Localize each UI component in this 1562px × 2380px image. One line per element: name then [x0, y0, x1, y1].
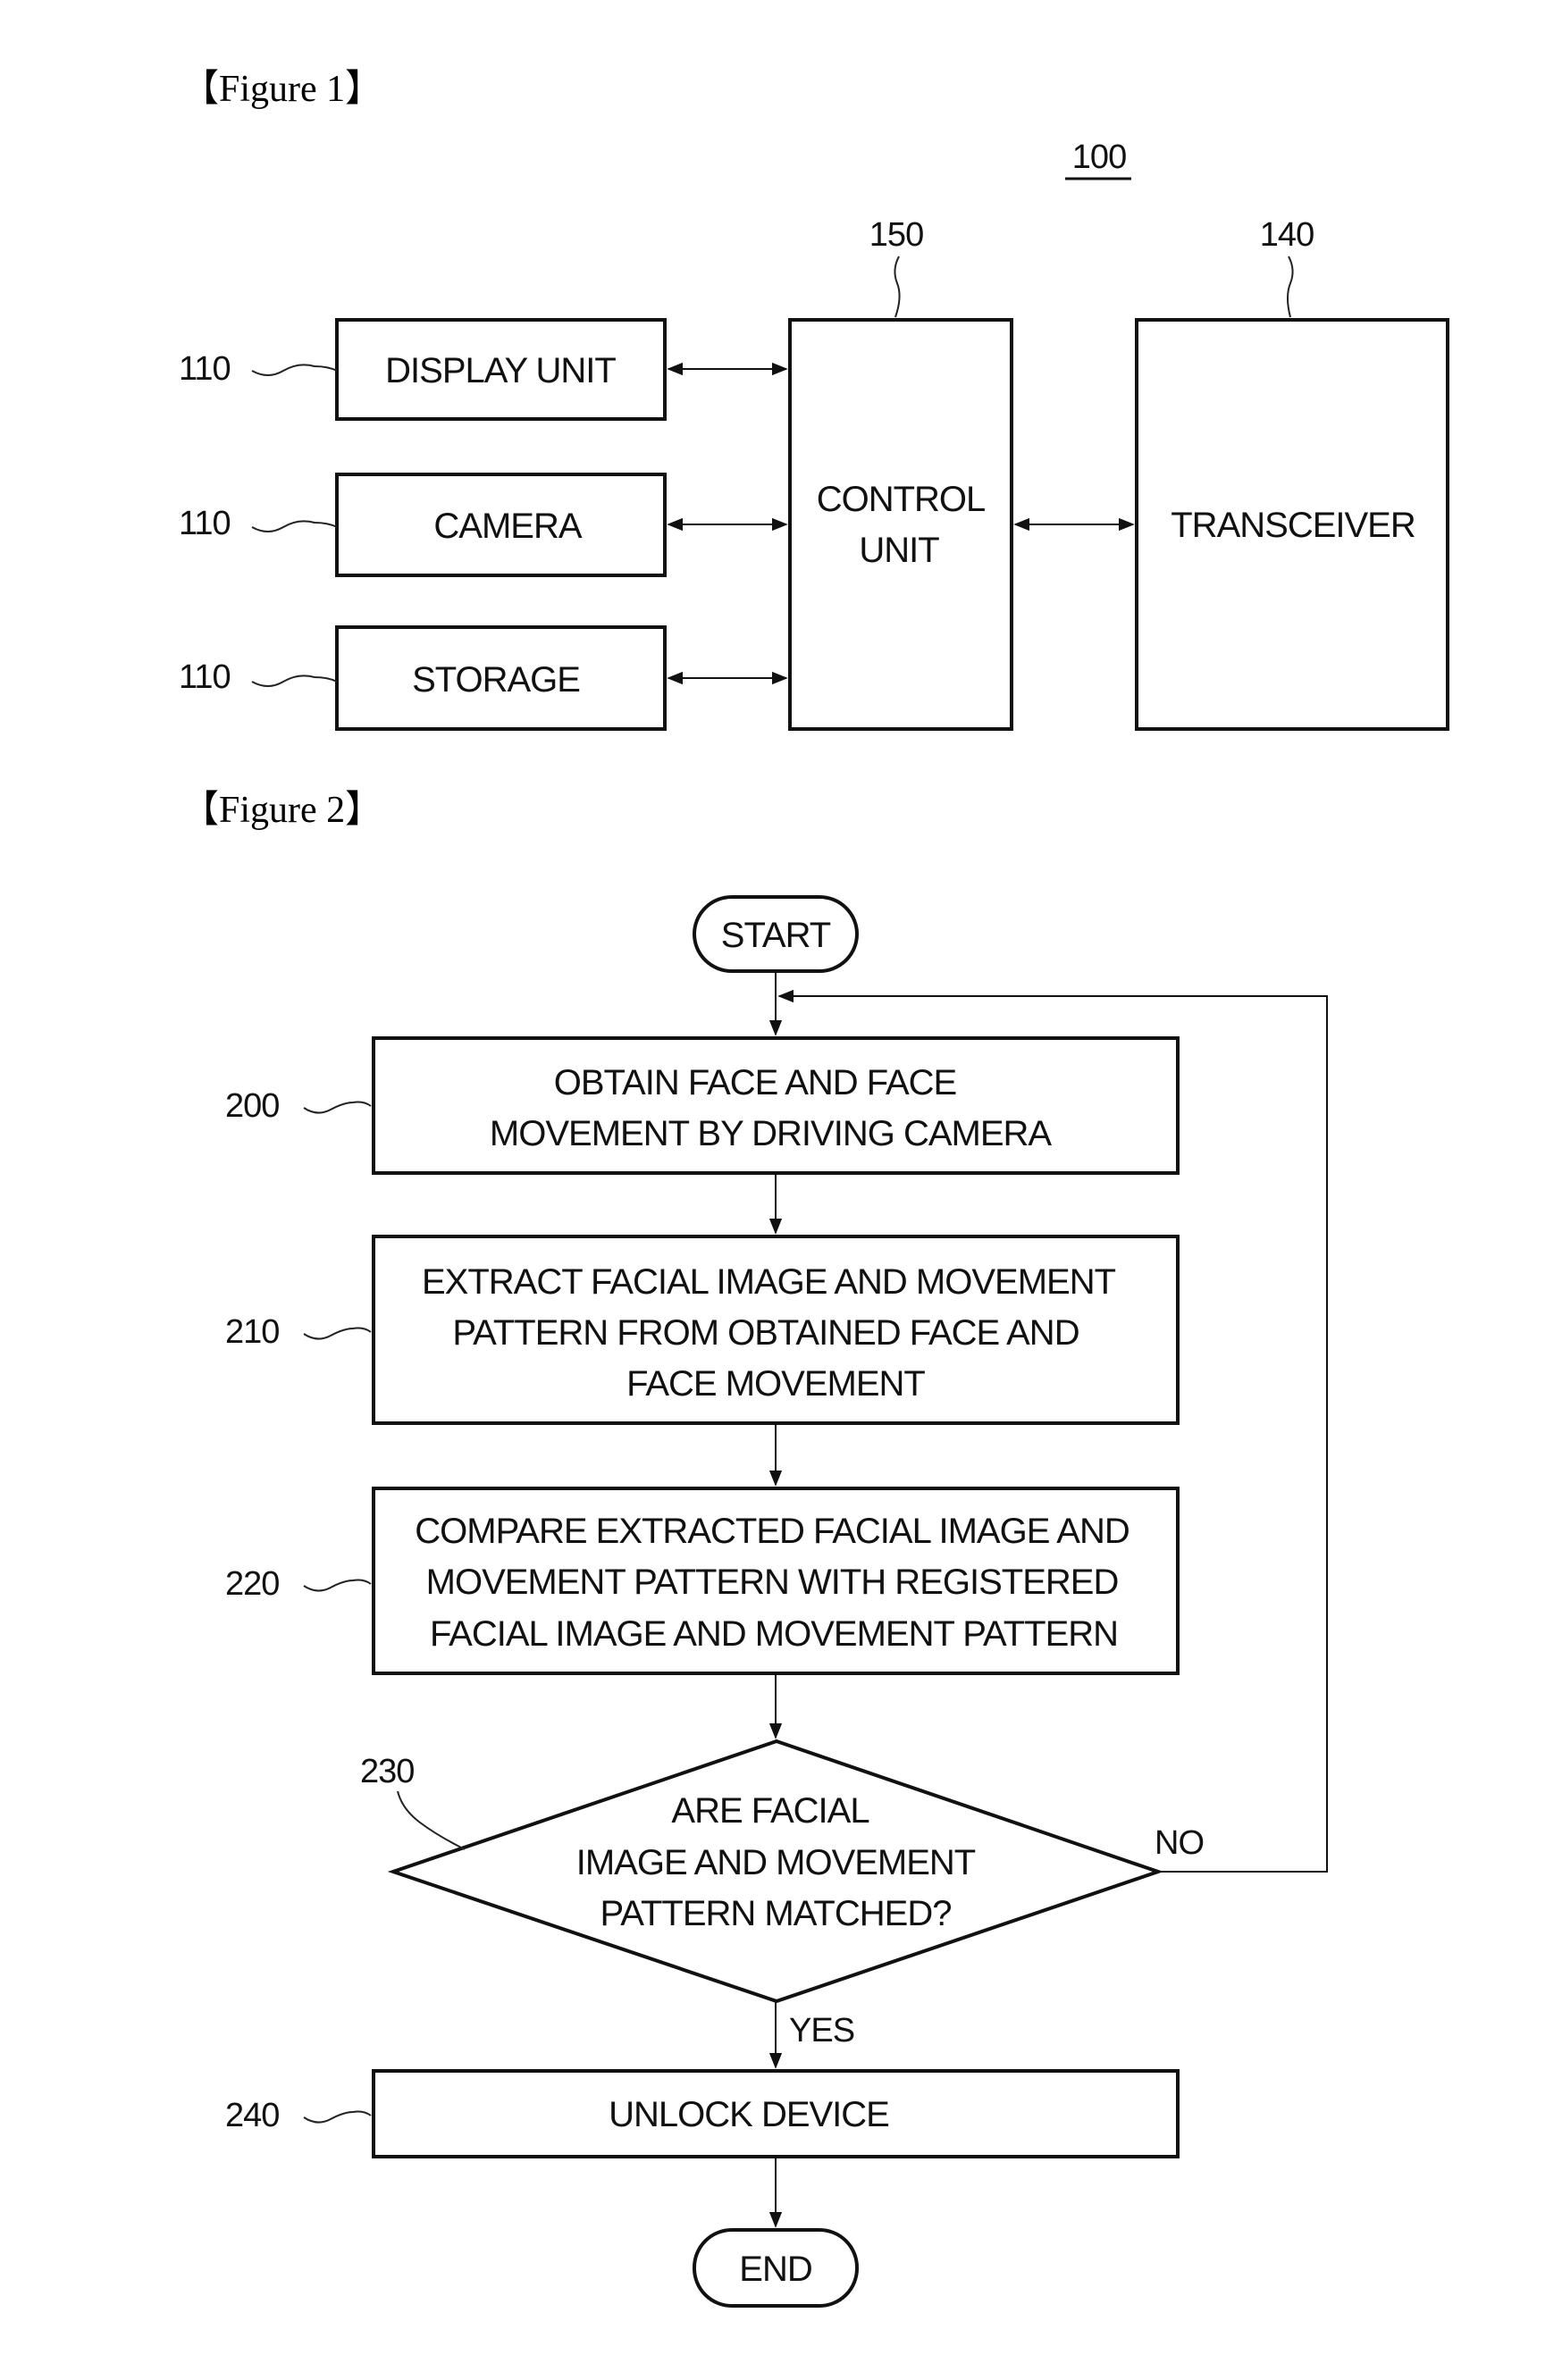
step-240-leader — [303, 2110, 372, 2124]
patent-figures: 【Figure 1】 100 DISPLAY UNIT 110 CAMERA 1… — [179, 69, 1449, 2308]
start-terminator: START — [693, 895, 859, 973]
decision-230-line1: ARE FACIAL — [671, 1791, 869, 1831]
control-unit-box — [788, 318, 1013, 731]
block-storage: STORAGE 110 — [179, 625, 667, 731]
storage-leader — [251, 675, 338, 687]
control-unit-ref: 150 — [869, 216, 923, 254]
step-200: OBTAIN FACE AND FACE MOVEMENT BY DRIVING… — [225, 1036, 1180, 1175]
decision-yes-label: YES — [789, 2012, 854, 2049]
step-200-line1: OBTAIN FACE AND FACE — [554, 1063, 956, 1102]
decision-230: ARE FACIAL IMAGE AND MOVEMENT PATTERN MA… — [360, 1739, 1205, 2049]
block-camera: CAMERA 110 — [179, 473, 667, 577]
step-210: EXTRACT FACIAL IMAGE AND MOVEMENT PATTER… — [225, 1235, 1180, 1425]
transceiver-label: TRANSCEIVER — [1171, 506, 1415, 545]
storage-ref: 110 — [179, 658, 231, 696]
transceiver-ref: 140 — [1260, 216, 1314, 254]
step-240: UNLOCK DEVICE 240 — [225, 2069, 1180, 2158]
step-220-ref: 220 — [225, 1565, 279, 1603]
block-display-unit: DISPLAY UNIT 110 — [179, 318, 667, 421]
control-unit-label-line1: CONTROL — [817, 480, 986, 519]
block-transceiver: TRANSCEIVER 140 — [1135, 216, 1449, 731]
block-control-unit: CONTROL UNIT 150 — [788, 216, 1013, 731]
step-220-line1: COMPARE EXTRACTED FACIAL IMAGE AND — [415, 1512, 1129, 1551]
step-220: COMPARE EXTRACTED FACIAL IMAGE AND MOVEM… — [225, 1487, 1180, 1675]
device-ref-100: 100 — [1065, 138, 1131, 180]
control-unit-leader — [894, 256, 901, 318]
step-210-ref: 210 — [225, 1313, 279, 1351]
step-200-leader — [303, 1101, 372, 1114]
step-240-line1: UNLOCK DEVICE — [609, 2095, 889, 2134]
camera-leader — [251, 520, 338, 532]
camera-label: CAMERA — [433, 507, 582, 546]
figure1-label: 【Figure 1】 — [181, 69, 382, 110]
camera-ref: 110 — [179, 505, 231, 542]
decision-230-line2: IMAGE AND MOVEMENT — [576, 1843, 976, 1882]
step-210-line1: EXTRACT FACIAL IMAGE AND MOVEMENT — [422, 1262, 1116, 1302]
storage-label: STORAGE — [412, 660, 580, 700]
end-terminator: END — [693, 2228, 859, 2308]
step-210-line3: FACE MOVEMENT — [626, 1364, 925, 1404]
decision-no-label: NO — [1155, 1824, 1204, 1862]
decision-230-line3: PATTERN MATCHED? — [600, 1894, 952, 1933]
step-200-line2: MOVEMENT BY DRIVING CAMERA — [490, 1114, 1053, 1153]
control-unit-label-line2: UNIT — [859, 531, 939, 570]
step-210-line2: PATTERN FROM OBTAINED FACE AND — [452, 1313, 1079, 1353]
decision-230-ref: 230 — [360, 1753, 414, 1790]
end-label: END — [739, 2250, 811, 2289]
step-200-ref: 200 — [225, 1087, 279, 1125]
transceiver-leader — [1287, 256, 1294, 318]
step-210-leader — [303, 1327, 372, 1340]
step-220-line3: FACIAL IMAGE AND MOVEMENT PATTERN — [430, 1614, 1118, 1654]
display-unit-leader — [251, 364, 338, 376]
display-unit-ref: 110 — [179, 350, 231, 388]
device-ref-label: 100 — [1072, 138, 1126, 176]
start-label: START — [721, 916, 831, 955]
figure2-label: 【Figure 2】 — [181, 790, 382, 831]
display-unit-label: DISPLAY UNIT — [385, 351, 616, 390]
step-240-ref: 240 — [225, 2097, 279, 2134]
step-220-leader — [303, 1579, 372, 1592]
decision-230-leader — [397, 1790, 466, 1850]
step-220-line2: MOVEMENT PATTERN WITH REGISTERED — [426, 1563, 1119, 1602]
